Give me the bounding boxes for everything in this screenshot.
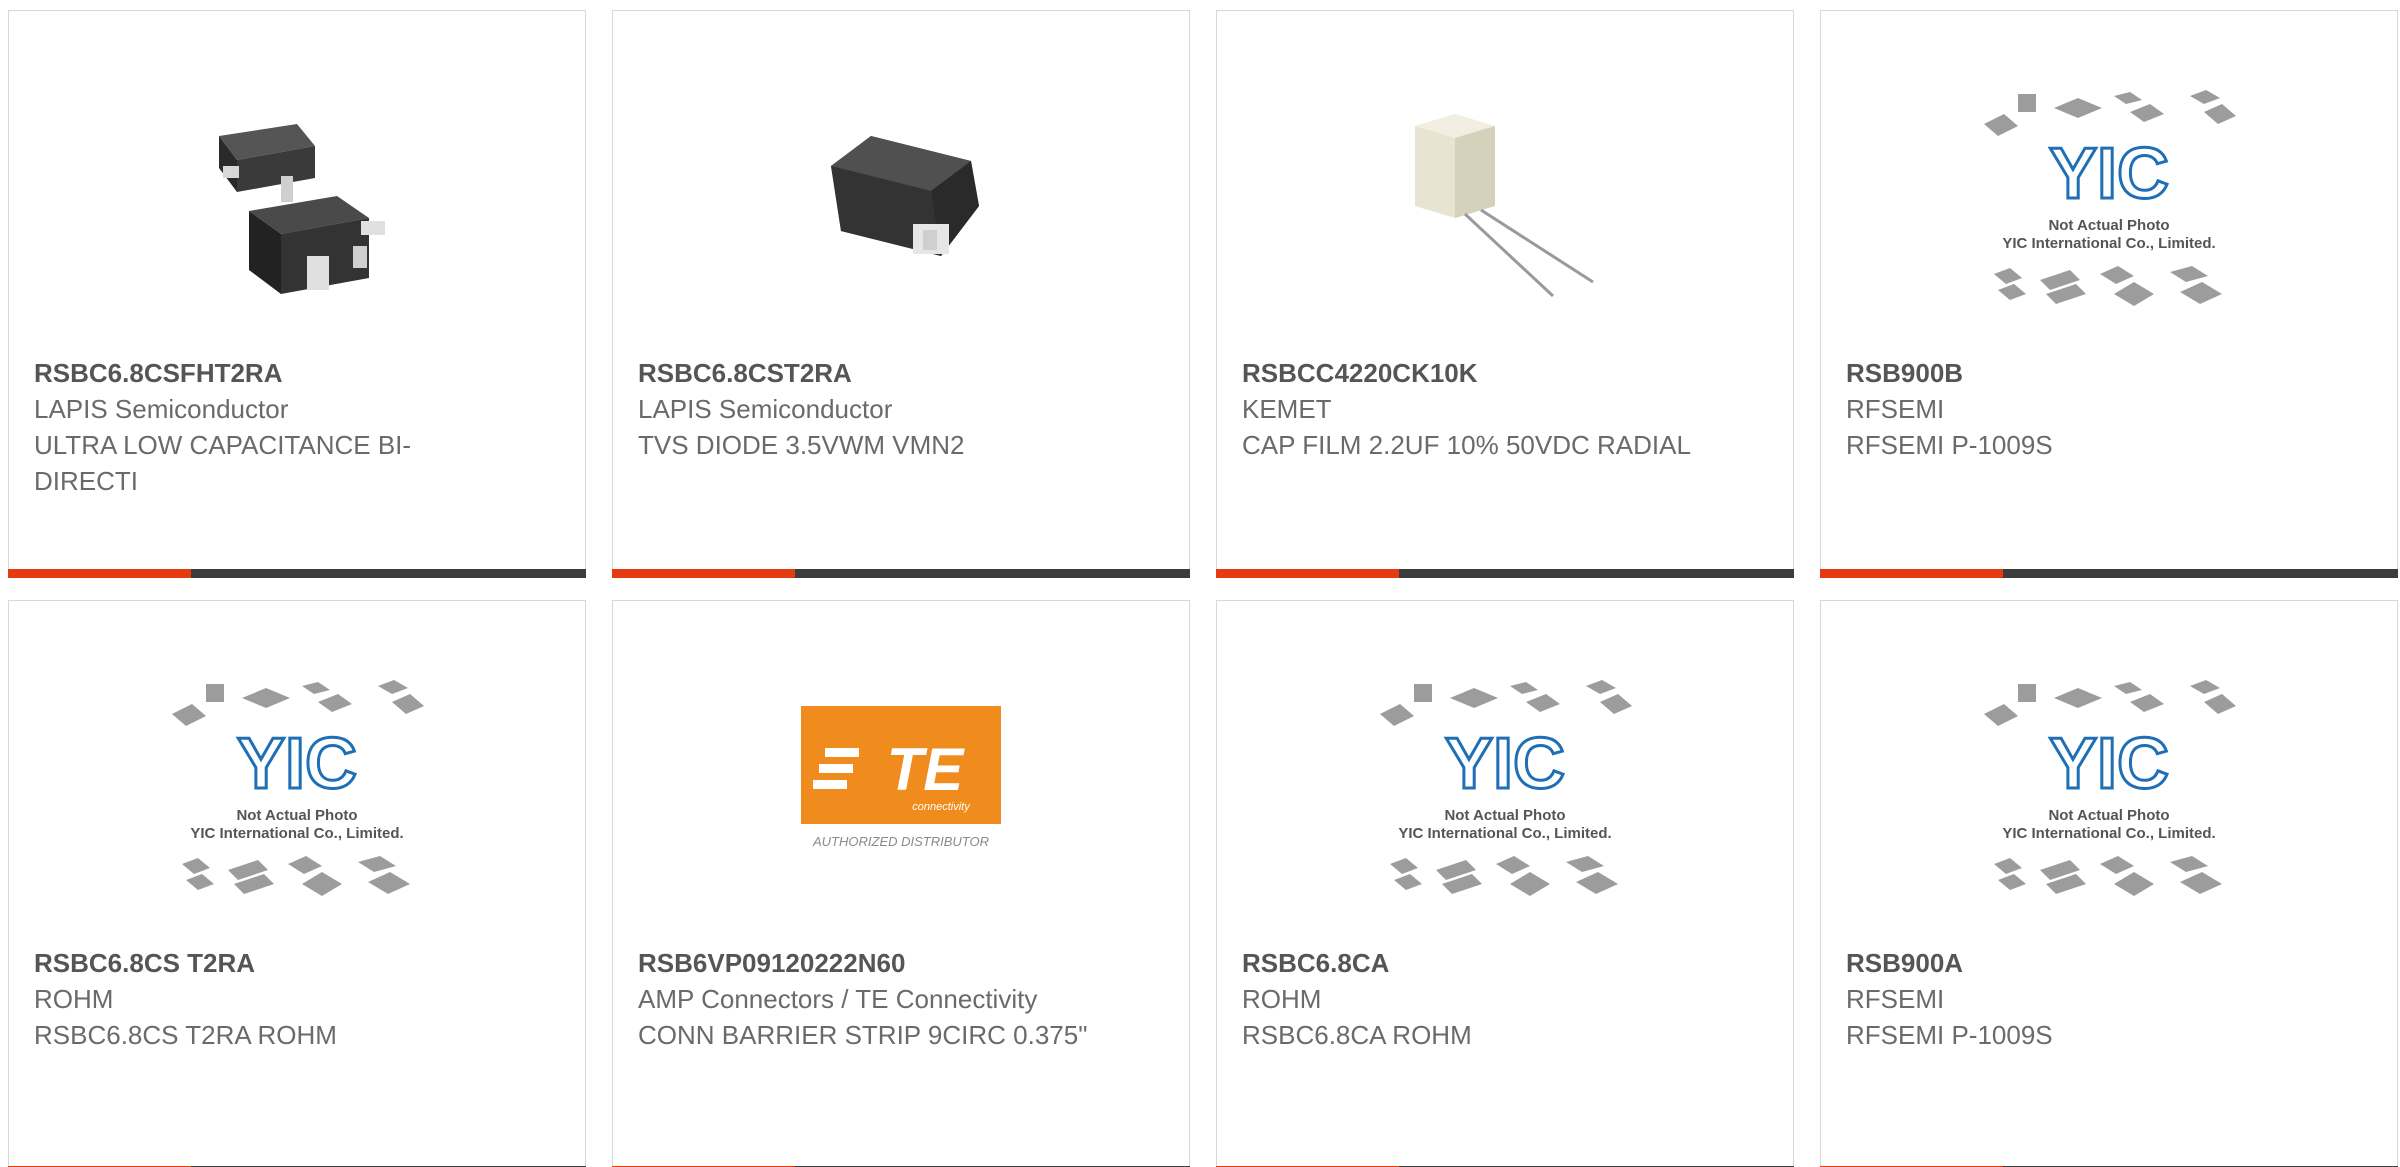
manufacturer: LAPIS Semiconductor (638, 394, 893, 424)
part-number[interactable]: RSBC6.8CSFHT2RA (34, 355, 485, 391)
product-image[interactable]: YIC Not Actual Photo YIC International C… (1217, 661, 1793, 931)
product-card[interactable]: RSBCC4220CK10K KEMET CAP FILM 2.2UF 10% … (1216, 10, 1794, 578)
part-number[interactable]: RSBC6.8CA (1242, 945, 1693, 981)
svg-text:YIC International Co., Limited: YIC International Co., Limited. (1398, 825, 1611, 842)
product-card[interactable]: RSBC6.8CST2RA LAPIS Semiconductor TVS DI… (612, 10, 1190, 578)
product-card[interactable]: TE connectivity AUTHORIZED DISTRIBUTOR R… (612, 600, 1190, 1167)
card-accent-bar (8, 569, 586, 578)
product-image[interactable]: YIC Not Actual Photo YIC International C… (9, 661, 585, 931)
yic-placeholder-icon: YIC Not Actual Photo YIC International C… (172, 680, 424, 896)
product-image[interactable] (1217, 71, 1793, 341)
description: TVS DIODE 3.5VWM VMN2 (638, 430, 965, 460)
part-number[interactable]: RSB900A (1846, 945, 2297, 981)
svg-text:YIC: YIC (237, 724, 357, 804)
svg-text:YIC: YIC (1445, 724, 1565, 804)
part-number[interactable]: RSB900B (1846, 355, 2297, 391)
manufacturer: ROHM (1242, 984, 1322, 1014)
manufacturer: RFSEMI (1846, 984, 1945, 1014)
yic-placeholder-icon: YIC Not Actual Photo YIC International C… (1984, 90, 2236, 306)
svg-text:YIC International Co., Limited: YIC International Co., Limited. (2002, 825, 2215, 842)
yic-placeholder-icon: YIC Not Actual Photo YIC International C… (1380, 680, 1632, 896)
description: RFSEMI P-1009S (1846, 1020, 2053, 1050)
description: CONN BARRIER STRIP 9CIRC 0.375" (638, 1020, 1088, 1050)
product-card[interactable]: YIC Not Actual Photo YIC International C… (8, 600, 586, 1167)
part-number[interactable]: RSBCC4220CK10K (1242, 355, 1693, 391)
svg-text:AUTHORIZED DISTRIBUTOR: AUTHORIZED DISTRIBUTOR (812, 834, 989, 849)
product-image[interactable]: TE connectivity AUTHORIZED DISTRIBUTOR (613, 661, 1189, 931)
part-number[interactable]: RSBC6.8CS T2RA (34, 945, 485, 981)
description: ULTRA LOW CAPACITANCE BI-DIRECTI (34, 430, 412, 496)
product-image[interactable] (9, 71, 585, 341)
svg-text:Not Actual Photo: Not Actual Photo (236, 807, 357, 824)
product-card[interactable]: YIC Not Actual Photo YIC International C… (1820, 600, 2398, 1167)
part-number[interactable]: RSBC6.8CST2RA (638, 355, 1089, 391)
card-accent-bar (1216, 569, 1794, 578)
product-card[interactable]: YIC Not Actual Photo YIC International C… (1216, 600, 1794, 1167)
te-connectivity-logo-icon: TE connectivity AUTHORIZED DISTRIBUTOR (801, 706, 1001, 849)
card-accent-bar (612, 569, 1190, 578)
product-image[interactable]: YIC Not Actual Photo YIC International C… (1821, 71, 2397, 341)
product-image[interactable]: YIC Not Actual Photo YIC International C… (1821, 661, 2397, 931)
card-accent-bar (1820, 569, 2398, 578)
product-image[interactable] (613, 71, 1189, 341)
svg-text:Not Actual Photo: Not Actual Photo (1444, 807, 1565, 824)
sot-package-photo-icon (197, 106, 397, 306)
description: CAP FILM 2.2UF 10% 50VDC RADIAL (1242, 430, 1691, 460)
manufacturer: KEMET (1242, 394, 1332, 424)
product-grid: RSBC6.8CSFHT2RA LAPIS Semiconductor ULTR… (0, 0, 2400, 1167)
manufacturer: ROHM (34, 984, 114, 1014)
svg-text:Not Actual Photo: Not Actual Photo (2048, 807, 2169, 824)
smd-diode-photo-icon (801, 106, 1001, 306)
svg-text:YIC International Co., Limited: YIC International Co., Limited. (2002, 235, 2215, 252)
svg-text:YIC: YIC (2049, 724, 2169, 804)
film-capacitor-photo-icon (1405, 106, 1605, 306)
manufacturer: LAPIS Semiconductor (34, 394, 289, 424)
description: RSBC6.8CA ROHM (1242, 1020, 1472, 1050)
svg-text:connectivity: connectivity (912, 801, 971, 813)
svg-text:YIC International Co., Limited: YIC International Co., Limited. (190, 825, 403, 842)
product-card[interactable]: RSBC6.8CSFHT2RA LAPIS Semiconductor ULTR… (8, 10, 586, 578)
part-number[interactable]: RSB6VP09120222N60 (638, 945, 1089, 981)
product-card[interactable]: YIC Not Actual Photo YIC International C… (1820, 10, 2398, 578)
svg-text:YIC: YIC (2049, 134, 2169, 214)
svg-text:TE: TE (887, 736, 966, 803)
manufacturer: RFSEMI (1846, 394, 1945, 424)
svg-text:Not Actual Photo: Not Actual Photo (2048, 217, 2169, 234)
description: RSBC6.8CS T2RA ROHM (34, 1020, 337, 1050)
manufacturer: AMP Connectors / TE Connectivity (638, 984, 1038, 1014)
description: RFSEMI P-1009S (1846, 430, 2053, 460)
yic-placeholder-icon: YIC Not Actual Photo YIC International C… (1984, 680, 2236, 896)
